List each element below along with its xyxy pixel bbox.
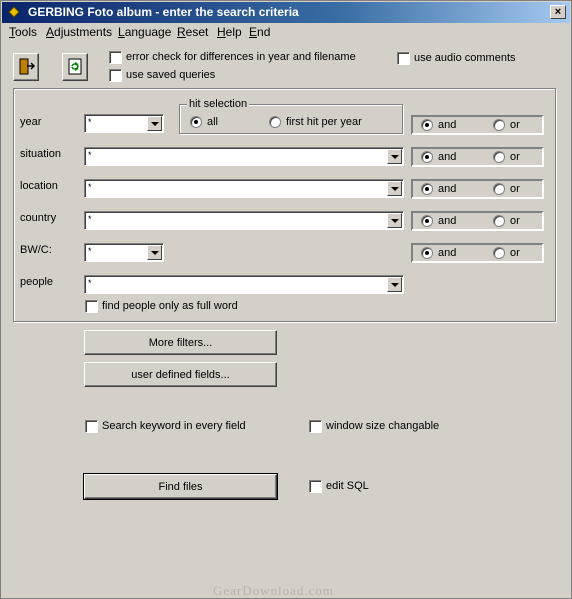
menu-end[interactable]: End — [249, 25, 270, 39]
window-size-label: window size changable — [326, 420, 440, 432]
more-filters-button[interactable]: More filters... — [84, 330, 277, 355]
refresh-button[interactable] — [62, 53, 88, 81]
close-button[interactable]: × — [550, 5, 566, 19]
situation-combo[interactable]: * — [84, 147, 404, 166]
saved-queries-label: use saved queries — [126, 69, 216, 81]
people-label: people — [20, 276, 54, 288]
menu-tools[interactable]: Tools — [9, 25, 37, 39]
search-every-field-checkbox[interactable] — [85, 420, 98, 433]
more-filters-label: More filters... — [148, 336, 213, 349]
country-combo[interactable]: * — [84, 211, 404, 230]
people-value: * — [88, 278, 92, 288]
location-connector: and or — [411, 179, 544, 199]
menu-help[interactable]: Help — [217, 25, 242, 39]
bwc-combo[interactable]: * — [84, 243, 164, 262]
exit-button[interactable] — [13, 53, 39, 81]
find-files-label: Find files — [158, 480, 203, 493]
title-bar[interactable]: GERBING Foto album - enter the search cr… — [2, 2, 570, 23]
or-label: or — [510, 247, 520, 259]
hit-first-radio[interactable] — [269, 116, 281, 128]
window-title: GERBING Foto album - enter the search cr… — [28, 5, 299, 19]
year-value: * — [88, 117, 92, 127]
audio-comments-checkbox[interactable] — [397, 52, 410, 65]
and-label: and — [438, 215, 457, 227]
search-every-field-label: Search keyword in every field — [102, 420, 246, 432]
exit-door-icon — [19, 58, 36, 75]
and-label: and — [438, 247, 457, 259]
menu-bar: Tools Adjustments Language Reset Help En… — [2, 23, 570, 42]
find-files-button[interactable]: Find files — [83, 473, 278, 500]
hit-first-label: first hit per year — [286, 116, 362, 128]
location-and-radio[interactable] — [421, 183, 433, 195]
year-connector: and or — [411, 115, 544, 135]
country-label: country — [20, 212, 57, 224]
hit-selection-label: hit selection — [187, 98, 250, 110]
country-or-radio[interactable] — [493, 215, 505, 227]
edit-sql-checkbox[interactable] — [309, 480, 322, 493]
or-label: or — [510, 183, 520, 195]
audio-comments-label: use audio comments — [414, 52, 516, 64]
saved-queries-checkbox[interactable] — [109, 69, 122, 82]
and-label: and — [438, 151, 457, 163]
bwc-and-radio[interactable] — [421, 247, 433, 259]
refresh-icon — [68, 58, 82, 75]
year-combo[interactable]: * — [84, 114, 164, 133]
year-and-radio[interactable] — [421, 119, 433, 131]
hit-all-radio[interactable] — [190, 116, 202, 128]
situation-label: situation — [20, 148, 61, 160]
bwc-label: BW/C: — [20, 244, 52, 256]
situation-and-radio[interactable] — [421, 151, 433, 163]
location-value: * — [88, 182, 92, 192]
bwc-or-radio[interactable] — [493, 247, 505, 259]
or-label: or — [510, 151, 520, 163]
situation-value: * — [88, 150, 92, 160]
chevron-down-icon[interactable] — [147, 245, 162, 260]
situation-or-radio[interactable] — [493, 151, 505, 163]
people-combo[interactable]: * — [84, 275, 404, 294]
or-label: or — [510, 215, 520, 227]
edit-sql-label: edit SQL — [326, 480, 369, 492]
year-label: year — [20, 116, 42, 128]
year-or-radio[interactable] — [493, 119, 505, 131]
country-connector: and or — [411, 211, 544, 231]
and-label: and — [438, 183, 457, 195]
chevron-down-icon[interactable] — [147, 116, 162, 131]
country-and-radio[interactable] — [421, 215, 433, 227]
error-check-checkbox[interactable] — [109, 51, 122, 64]
hit-all-label: all — [207, 116, 219, 128]
menu-adjustments[interactable]: Adjustments — [46, 25, 112, 39]
chevron-down-icon[interactable] — [387, 277, 402, 292]
window-size-checkbox[interactable] — [309, 420, 322, 433]
situation-connector: and or — [411, 147, 544, 167]
location-combo[interactable]: * — [84, 179, 404, 198]
error-check-label: error check for differences in year and … — [126, 51, 356, 63]
watermark: GearDownload.com — [213, 583, 335, 598]
and-label: and — [438, 119, 457, 131]
chevron-down-icon[interactable] — [387, 213, 402, 228]
menu-reset[interactable]: Reset — [177, 25, 208, 39]
bwc-value: * — [88, 246, 92, 256]
country-value: * — [88, 214, 92, 224]
user-defined-fields-label: user defined fields... — [131, 368, 230, 381]
or-label: or — [510, 119, 520, 131]
menu-language[interactable]: Language — [118, 25, 171, 39]
user-defined-fields-button[interactable]: user defined fields... — [84, 362, 277, 387]
chevron-down-icon[interactable] — [387, 149, 402, 164]
bwc-connector: and or — [411, 243, 544, 263]
app-icon — [8, 6, 20, 18]
full-word-label: find people only as full word — [102, 300, 238, 312]
location-label: location — [20, 180, 58, 192]
full-word-checkbox[interactable] — [85, 300, 98, 313]
chevron-down-icon[interactable] — [387, 181, 402, 196]
location-or-radio[interactable] — [493, 183, 505, 195]
main-window: GERBING Foto album - enter the search cr… — [0, 0, 572, 599]
